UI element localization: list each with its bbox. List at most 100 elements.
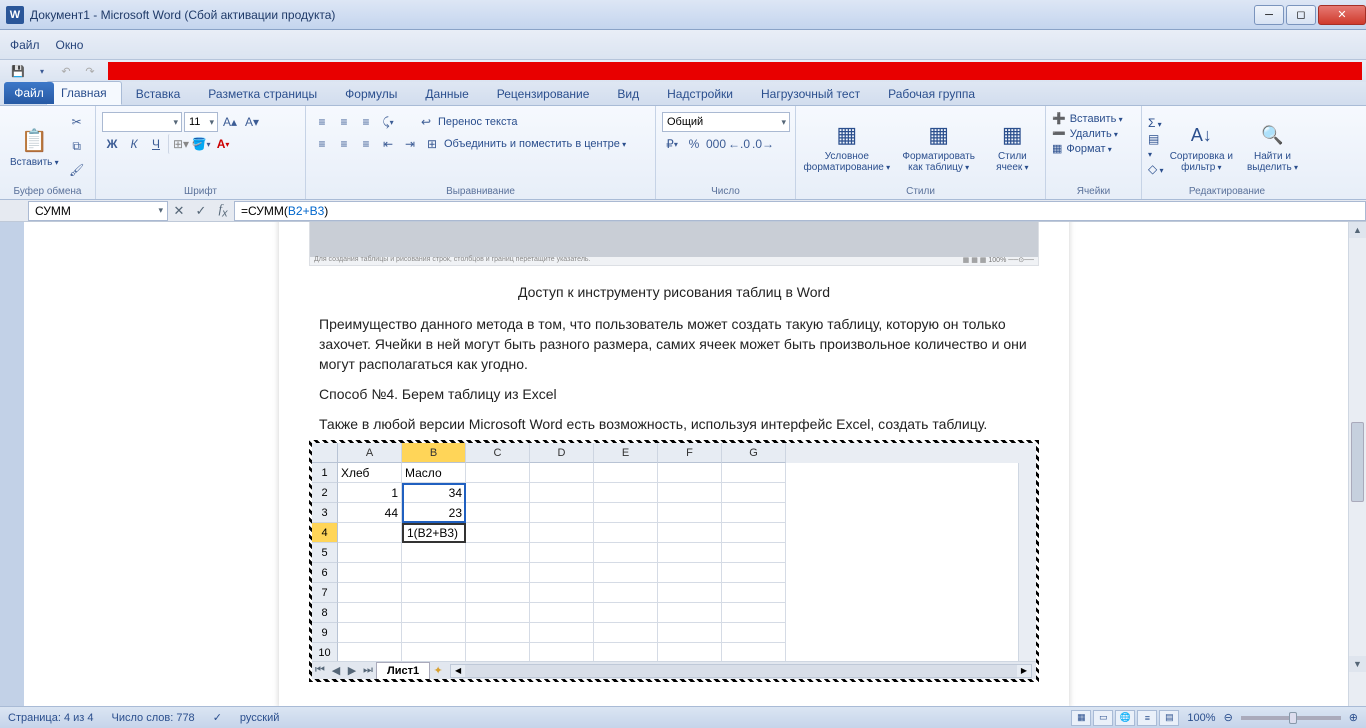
zoom-value[interactable]: 100% (1187, 712, 1215, 724)
cell-B2[interactable]: 34 (402, 483, 466, 503)
row-3[interactable]: 3 (312, 503, 338, 523)
orientation-icon[interactable]: ⤹ (378, 112, 398, 132)
view-web[interactable]: 🌐 (1115, 710, 1135, 726)
shrink-font-icon[interactable]: A▾ (242, 112, 262, 132)
cell-C9[interactable] (466, 623, 530, 643)
align-right-icon[interactable]: ≡ (356, 134, 376, 154)
cell-F3[interactable] (658, 503, 722, 523)
row-8[interactable]: 8 (312, 603, 338, 623)
cell-G2[interactable] (722, 483, 786, 503)
sheet-grid[interactable]: 1 Хлеб Масло 2 1 34 3 (312, 463, 1018, 661)
cell-E6[interactable] (594, 563, 658, 583)
col-F[interactable]: F (658, 443, 722, 463)
select-all-corner[interactable] (312, 443, 338, 463)
cell-A4[interactable] (338, 523, 402, 543)
cell-B10[interactable] (402, 643, 466, 661)
document-vscroll[interactable]: ▲ ▼ (1348, 222, 1366, 706)
sheet-hscroll[interactable]: ◀ ▶ (450, 664, 1032, 678)
clear-icon[interactable]: ◇ (1148, 162, 1164, 176)
cell-D5[interactable] (530, 543, 594, 563)
underline-icon[interactable]: Ч (146, 134, 166, 154)
cell-D6[interactable] (530, 563, 594, 583)
cell-B5[interactable] (402, 543, 466, 563)
sort-filter-button[interactable]: A↓ Сортировка и фильтр (1168, 117, 1235, 175)
autosum-icon[interactable]: Σ (1148, 116, 1164, 130)
increase-indent-icon[interactable]: ⇥ (400, 134, 420, 154)
cell-B3[interactable]: 23 (402, 503, 466, 523)
paste-button[interactable]: 📋 Вставить (6, 123, 63, 170)
vscroll-thumb[interactable] (1351, 422, 1364, 502)
percent-icon[interactable]: % (684, 134, 704, 154)
cell-C7[interactable] (466, 583, 530, 603)
cell-A3[interactable]: 44 (338, 503, 402, 523)
cell-B4-editing[interactable]: 1(B2+B3) (402, 523, 466, 543)
zoom-thumb[interactable] (1289, 712, 1297, 724)
cell-E4[interactable] (594, 523, 658, 543)
font-color-icon[interactable]: A (213, 134, 233, 154)
cut-icon[interactable]: ✂ (67, 112, 87, 132)
cell-E5[interactable] (594, 543, 658, 563)
increase-decimal-icon[interactable]: ←.0 (728, 134, 750, 154)
row-6[interactable]: 6 (312, 563, 338, 583)
cell-F6[interactable] (658, 563, 722, 583)
wrap-text-button[interactable]: Перенос текста (438, 116, 518, 128)
row-5[interactable]: 5 (312, 543, 338, 563)
hscroll-left[interactable]: ◀ (451, 665, 465, 677)
format-painter-icon[interactable]: 🖌 (67, 160, 87, 180)
cell-F2[interactable] (658, 483, 722, 503)
cell-A9[interactable] (338, 623, 402, 643)
grow-font-icon[interactable]: A▴ (220, 112, 240, 132)
cell-C8[interactable] (466, 603, 530, 623)
cell-D4[interactable] (530, 523, 594, 543)
cell-G4[interactable] (722, 523, 786, 543)
vscroll-down[interactable]: ▼ (1349, 656, 1366, 672)
cell-F5[interactable] (658, 543, 722, 563)
cell-G6[interactable] (722, 563, 786, 583)
menu-file[interactable]: Файл (10, 38, 40, 52)
status-page[interactable]: Страница: 4 из 4 (8, 712, 94, 724)
cell-D9[interactable] (530, 623, 594, 643)
tab-workgroup[interactable]: Рабочая группа (874, 83, 989, 105)
redo-icon[interactable]: ↷ (80, 62, 100, 80)
view-outline[interactable]: ≡ (1137, 710, 1157, 726)
italic-icon[interactable]: К (124, 134, 144, 154)
cell-C10[interactable] (466, 643, 530, 661)
sheet-nav-last[interactable]: ⏭ (360, 664, 376, 677)
menu-window[interactable]: Окно (56, 38, 84, 52)
delete-cells-button[interactable]: Удалить (1070, 128, 1118, 140)
cell-F1[interactable] (658, 463, 722, 483)
find-select-button[interactable]: 🔍 Найти и выделить (1239, 117, 1306, 175)
undo-icon[interactable]: ↶ (56, 62, 76, 80)
cell-A5[interactable] (338, 543, 402, 563)
cell-E9[interactable] (594, 623, 658, 643)
sheet-tab[interactable]: Лист1 (376, 662, 430, 679)
cancel-formula-icon[interactable]: ✕ (168, 203, 190, 219)
cell-D1[interactable] (530, 463, 594, 483)
format-as-table-button[interactable]: ▦ Форматировать как таблицу (896, 117, 982, 175)
zoom-slider[interactable] (1241, 716, 1341, 720)
ok formula-icon[interactable]: ✓ (190, 203, 212, 219)
cell-C4[interactable] (466, 523, 530, 543)
cell-C1[interactable] (466, 463, 530, 483)
fill-color-icon[interactable]: 🪣 (191, 134, 211, 154)
close-button[interactable]: ✕ (1318, 5, 1366, 25)
format-cells-button[interactable]: Формат (1066, 143, 1111, 155)
cell-G9[interactable] (722, 623, 786, 643)
insert-cells-button[interactable]: Вставить (1070, 113, 1123, 125)
status-proofing[interactable]: ✓ (213, 711, 222, 724)
cell-C3[interactable] (466, 503, 530, 523)
cell-F9[interactable] (658, 623, 722, 643)
col-D[interactable]: D (530, 443, 594, 463)
align-bottom-icon[interactable]: ≡ (356, 112, 376, 132)
sheet-nav-prev[interactable]: ◀ (328, 664, 344, 677)
view-print-layout[interactable]: ▦ (1071, 710, 1091, 726)
cell-E2[interactable] (594, 483, 658, 503)
row-4[interactable]: 4 (312, 523, 338, 543)
align-middle-icon[interactable]: ≡ (334, 112, 354, 132)
cell-F8[interactable] (658, 603, 722, 623)
save-icon[interactable]: 💾 (8, 62, 28, 80)
row-9[interactable]: 9 (312, 623, 338, 643)
cell-G3[interactable] (722, 503, 786, 523)
tab-addins[interactable]: Надстройки (653, 83, 747, 105)
col-G[interactable]: G (722, 443, 786, 463)
